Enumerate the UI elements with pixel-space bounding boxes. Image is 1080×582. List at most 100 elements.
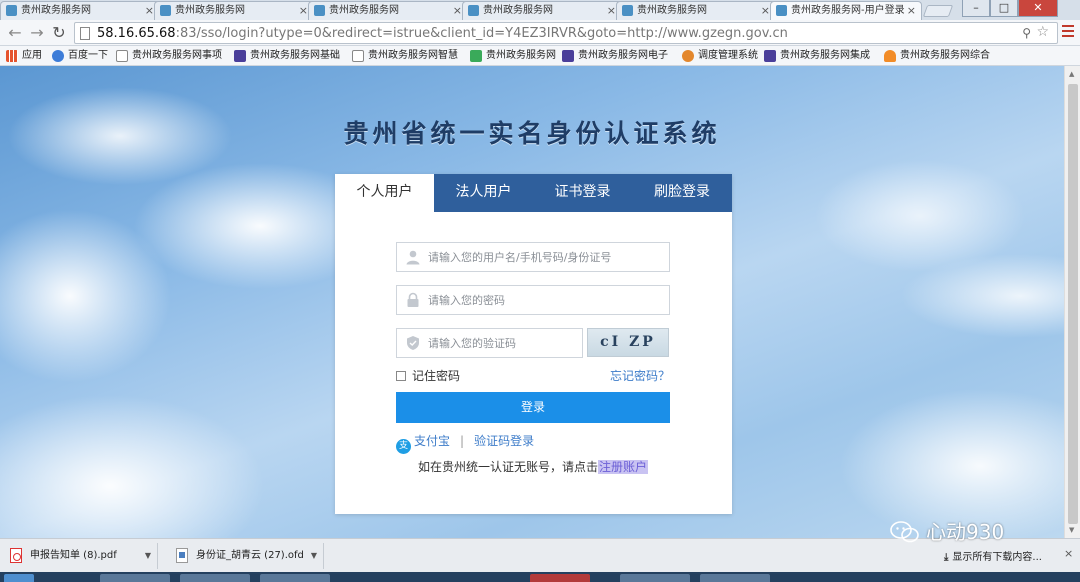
minimize-button[interactable]: –: [962, 0, 990, 17]
page-title: 贵州省统一实名身份认证系统: [343, 119, 721, 148]
bookmark-label: 贵州政务服务网事项: [132, 50, 222, 61]
maximize-button[interactable]: □: [990, 0, 1018, 17]
browser-tab[interactable]: 贵州政务服务网 ×: [462, 1, 622, 20]
window-close-button[interactable]: ✕: [1018, 0, 1058, 17]
link-separator: |: [460, 434, 465, 448]
start-button[interactable]: [4, 574, 34, 582]
show-all-downloads-link[interactable]: ⤓ 显示所有下载内容...: [944, 548, 1042, 563]
browser-tab-title: 贵州政务服务网: [637, 5, 707, 16]
bookmark-label: 贵州政务服务网基础: [250, 50, 340, 61]
bookmark-item[interactable]: 贵州政务服务网智慧: [352, 49, 458, 63]
tab-close-icon[interactable]: ×: [907, 2, 916, 19]
lock-icon: [407, 292, 419, 307]
remember-checkbox[interactable]: [396, 371, 406, 381]
watermark: 心动930: [890, 516, 1004, 545]
bookmark-item[interactable]: 贵州政务服务网基础: [234, 49, 340, 63]
browser-tab-active[interactable]: 贵州政务服务网-用户登录 ×: [770, 1, 922, 20]
download-item-pdf[interactable]: 申报告知单 (8).pdf ▼: [0, 543, 158, 569]
bookmark-star-icon[interactable]: ☆: [1036, 24, 1049, 40]
username-input[interactable]: [428, 243, 664, 271]
alipay-icon: 支: [396, 439, 411, 454]
browser-tab[interactable]: 贵州政务服务网 ×: [308, 1, 468, 20]
tab-certificate-login[interactable]: 证书登录: [533, 174, 632, 212]
chevron-down-icon[interactable]: ▼: [145, 543, 151, 569]
bookmark-baidu[interactable]: 百度一下: [52, 49, 108, 63]
bookmark-item[interactable]: 贵州政务服务网集成: [764, 49, 870, 63]
address-bar[interactable]: 58.16.65.68:83/sso/login?utype=0&redirec…: [74, 22, 1058, 44]
shield-icon: [407, 336, 419, 350]
taskbar-app[interactable]: [180, 574, 250, 582]
site-favicon-icon: [314, 5, 325, 16]
site-favicon-icon: [160, 5, 171, 16]
taskbar-app[interactable]: [100, 574, 170, 582]
wechat-icon: [890, 521, 919, 543]
tab-close-icon[interactable]: ×: [453, 2, 462, 19]
taskbar-app[interactable]: [260, 574, 330, 582]
scrollbar-thumb[interactable]: [1068, 84, 1078, 524]
forward-arrow-icon[interactable]: →: [28, 24, 46, 42]
scroll-up-icon[interactable]: ▲: [1069, 70, 1074, 78]
download-file-name: 申报告知单 (8).pdf: [30, 550, 117, 561]
reload-icon[interactable]: ↻: [50, 24, 68, 42]
bookmark-label: 贵州政务服务网集成: [780, 50, 870, 61]
captcha-image[interactable]: cI ZP: [587, 328, 669, 357]
bookmark-item[interactable]: 贵州政务服务网事项: [116, 49, 222, 63]
bookmark-label: 贵州政务服务网: [486, 50, 556, 61]
login-button[interactable]: 登录: [396, 392, 670, 423]
page-scrollbar[interactable]: ▲ ▼: [1064, 66, 1080, 538]
downloads-close-icon[interactable]: ×: [1064, 547, 1073, 560]
apps-grid-icon: [6, 50, 18, 62]
password-input[interactable]: [428, 286, 664, 314]
forgot-password-link[interactable]: 忘记密码？: [610, 367, 670, 384]
new-tab-button[interactable]: [922, 5, 954, 17]
gov-icon: [470, 50, 482, 62]
remember-password[interactable]: 记住密码: [396, 367, 460, 384]
show-all-label: 显示所有下载内容...: [952, 552, 1042, 563]
browser-tab[interactable]: 贵州政务服务网 ×: [616, 1, 776, 20]
login-card: 个人用户 法人用户 证书登录 刷脸登录 cI: [335, 174, 732, 514]
bookmark-item[interactable]: 贵州政务服务网综合: [884, 49, 990, 63]
site-favicon-icon: [6, 5, 17, 16]
back-arrow-icon[interactable]: ←: [6, 24, 24, 42]
download-item-ofd[interactable]: 身份证_胡青云 (27).ofd ▼: [166, 543, 324, 569]
captcha-input[interactable]: [428, 329, 578, 357]
bookmark-item[interactable]: 贵州政务服务网: [470, 49, 556, 63]
tab-close-icon[interactable]: ×: [761, 2, 770, 19]
site-icon: [764, 50, 776, 62]
browser-menu-icon[interactable]: [1062, 25, 1074, 39]
bookmark-label: 贵州政务服务网电子: [578, 50, 668, 61]
alipay-label: 支付宝: [414, 434, 451, 448]
browser-tab-title: 贵州政务服务网: [329, 5, 399, 16]
taskbar-app[interactable]: [700, 574, 770, 582]
bookmark-item[interactable]: 调度管理系统: [682, 49, 758, 63]
register-account-link[interactable]: 注册账户: [598, 460, 649, 474]
browser-tab[interactable]: 贵州政务服务网 ×: [0, 1, 160, 20]
browser-tab[interactable]: 贵州政务服务网 ×: [154, 1, 314, 20]
bookmark-item[interactable]: 贵州政务服务网电子: [562, 49, 668, 63]
chevron-down-icon[interactable]: ▼: [311, 543, 317, 569]
tab-face-login[interactable]: 刷脸登录: [632, 174, 732, 212]
alternative-login: 支支付宝 | 验证码登录: [396, 432, 534, 454]
zoom-magnifier-icon[interactable]: ⚲: [1022, 26, 1031, 40]
scroll-down-icon[interactable]: ▼: [1069, 526, 1074, 534]
username-field: [396, 242, 670, 272]
taskbar-app[interactable]: [530, 574, 590, 582]
taskbar-app[interactable]: [620, 574, 690, 582]
tab-close-icon[interactable]: ×: [299, 2, 308, 19]
baidu-paw-icon: [52, 50, 64, 62]
url-text: 58.16.65.68:83/sso/login?utype=0&redirec…: [97, 24, 788, 43]
tab-personal-user[interactable]: 个人用户: [335, 174, 434, 212]
sms-code-login-link[interactable]: 验证码登录: [474, 434, 534, 448]
pdf-file-icon: [10, 548, 22, 563]
tab-close-icon[interactable]: ×: [607, 2, 616, 19]
password-field: [396, 285, 670, 315]
tab-close-icon[interactable]: ×: [145, 2, 154, 19]
register-prompt-text: 如在贵州统一认证无账号，请点击: [418, 460, 599, 474]
captcha-field: [396, 328, 583, 358]
alipay-login-link[interactable]: 支支付宝: [396, 434, 451, 454]
bookmark-label: 贵州政务服务网智慧: [368, 50, 458, 61]
url-path: :83/sso/login?utype=0&redirect=istrue&cl…: [175, 26, 788, 41]
dispatch-icon: [682, 50, 694, 62]
tab-corporate-user[interactable]: 法人用户: [434, 174, 533, 212]
bookmark-apps[interactable]: 应用: [6, 49, 42, 63]
